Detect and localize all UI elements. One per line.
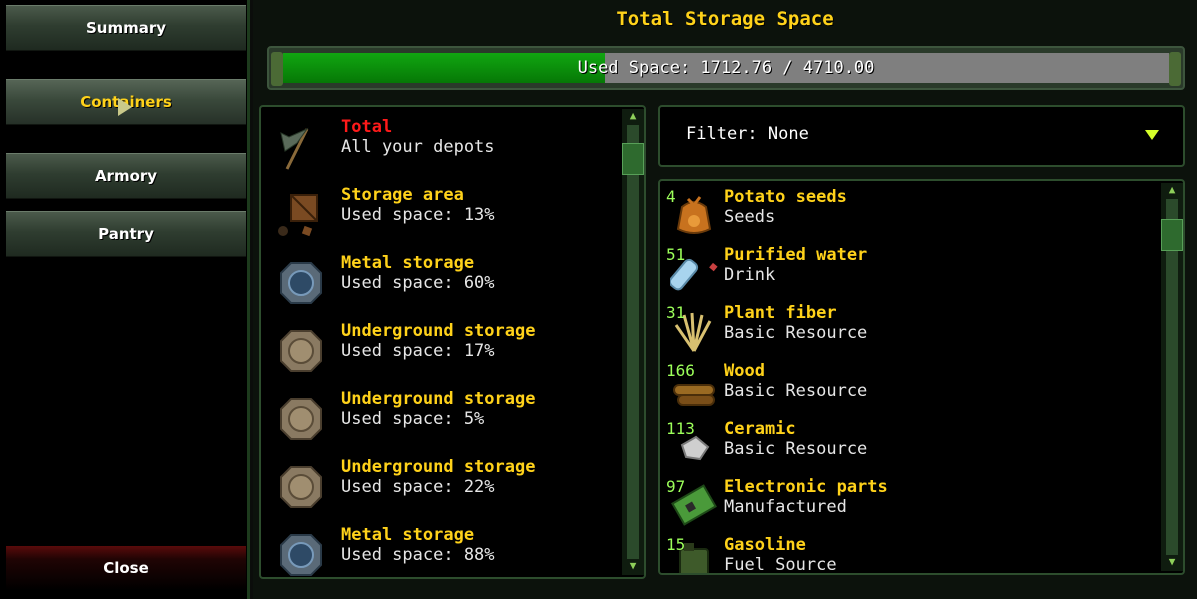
scroll-down-icon[interactable]: ▼: [1163, 555, 1181, 569]
depot-usage: All your depots: [341, 137, 495, 157]
item-quantity: 97: [666, 477, 686, 496]
underground-hatch-icon: [277, 327, 325, 375]
item-name: Gasoline: [724, 535, 806, 555]
underground-hatch-icon: [277, 395, 325, 443]
depot-usage: Used space: 5%: [341, 409, 485, 429]
depot-name: Storage area: [341, 185, 464, 205]
list-item[interactable]: 4 Potato seeds Seeds: [664, 183, 1154, 241]
items-scrollbar[interactable]: ▲ ▼: [1161, 183, 1183, 571]
sidebar: Summary Containers Armory Pantry Close: [0, 0, 250, 599]
flag-icon: [277, 123, 325, 171]
depot-row[interactable]: Storage area Used space: 13%: [269, 181, 619, 243]
item-quantity: 15: [666, 535, 686, 554]
depot-row[interactable]: Total All your depots: [269, 113, 619, 175]
depot-row[interactable]: Metal storage Used space: 60%: [269, 249, 619, 311]
list-item[interactable]: 113 Ceramic Basic Resource: [664, 415, 1154, 473]
list-item[interactable]: 31 Plant fiber Basic Resource: [664, 299, 1154, 357]
item-quantity: 166: [666, 361, 695, 380]
depots-scrollbar[interactable]: ▲ ▼: [622, 109, 644, 575]
item-quantity: 31: [666, 303, 686, 322]
sidebar-item-armory[interactable]: Armory: [6, 153, 246, 199]
depot-name: Underground storage: [341, 457, 536, 477]
storage-progress-bar: Used Space: 1712.76 / 4710.00: [267, 46, 1185, 90]
filter-label: Filter: None: [686, 124, 809, 144]
item-category: Basic Resource: [724, 323, 868, 343]
depot-row[interactable]: Underground storage Used space: 22%: [269, 453, 619, 515]
scroll-track: [1166, 199, 1178, 555]
depot-name: Metal storage: [341, 525, 475, 545]
list-item[interactable]: 97 Electronic parts Manufactured: [664, 473, 1154, 531]
depot-row[interactable]: Metal storage Used space: 88%: [269, 521, 619, 583]
scroll-up-icon[interactable]: ▲: [624, 109, 642, 123]
bar-track: Used Space: 1712.76 / 4710.00: [283, 53, 1169, 83]
filter-dropdown[interactable]: Filter: None: [658, 105, 1185, 167]
item-name: Purified water: [724, 245, 868, 265]
depot-name: Metal storage: [341, 253, 475, 273]
list-item[interactable]: 51 Purified water Drink: [664, 241, 1154, 299]
depot-name: Underground storage: [341, 321, 536, 341]
depot-usage: Used space: 88%: [341, 545, 495, 565]
scroll-down-icon[interactable]: ▼: [624, 559, 642, 573]
item-quantity: 51: [666, 245, 686, 264]
item-name: Ceramic: [724, 419, 796, 439]
scroll-up-icon[interactable]: ▲: [1163, 183, 1181, 197]
list-item[interactable]: 166 Wood Basic Resource: [664, 357, 1154, 415]
item-category: Manufactured: [724, 497, 847, 517]
bar-right-cap: [1169, 52, 1181, 86]
sidebar-item-summary[interactable]: Summary: [6, 5, 246, 51]
item-category: Seeds: [724, 207, 776, 227]
depots-panel: Total All your depots Storage area Used spa…: [259, 105, 646, 579]
depot-usage: Used space: 13%: [341, 205, 495, 225]
depot-usage: Used space: 22%: [341, 477, 495, 497]
underground-hatch-icon: [277, 463, 325, 511]
item-quantity: 113: [666, 419, 695, 438]
mouse-cursor-icon: [118, 98, 132, 116]
depot-usage: Used space: 17%: [341, 341, 495, 361]
depot-row[interactable]: Underground storage Used space: 5%: [269, 385, 619, 447]
bar-left-cap: [271, 52, 283, 86]
item-quantity: 4: [666, 187, 676, 206]
item-name: Wood: [724, 361, 765, 381]
item-name: Potato seeds: [724, 187, 847, 207]
chevron-down-icon[interactable]: [1145, 130, 1159, 140]
scroll-thumb[interactable]: [622, 143, 644, 175]
metal-hatch-icon: [277, 531, 325, 579]
item-category: Fuel Source: [724, 555, 837, 575]
depot-name: Underground storage: [341, 389, 536, 409]
item-name: Electronic parts: [724, 477, 888, 497]
crate-icon: [277, 191, 325, 239]
scroll-thumb[interactable]: [1161, 219, 1183, 251]
sidebar-item-pantry[interactable]: Pantry: [6, 211, 246, 257]
item-name: Plant fiber: [724, 303, 837, 323]
item-category: Basic Resource: [724, 439, 868, 459]
items-panel: 4 Potato seeds Seeds 51 Purified water Drink 3…: [658, 179, 1185, 575]
list-item[interactable]: 15 Gasoline Fuel Source: [664, 531, 1154, 575]
seed-bag-icon: [670, 193, 718, 237]
item-category: Drink: [724, 265, 776, 285]
used-space-label: Used Space: 1712.76 / 4710.00: [577, 58, 875, 78]
metal-hatch-icon: [277, 259, 325, 307]
depot-name: Total: [341, 117, 393, 137]
scroll-track: [627, 125, 639, 559]
depot-row[interactable]: Underground storage Used space: 17%: [269, 317, 619, 379]
close-button[interactable]: Close: [6, 546, 246, 590]
page-title: Total Storage Space: [616, 8, 834, 30]
depot-usage: Used space: 60%: [341, 273, 495, 293]
item-category: Basic Resource: [724, 381, 868, 401]
main-panel: Total Storage Space Used Space: 1712.76 …: [253, 0, 1197, 599]
